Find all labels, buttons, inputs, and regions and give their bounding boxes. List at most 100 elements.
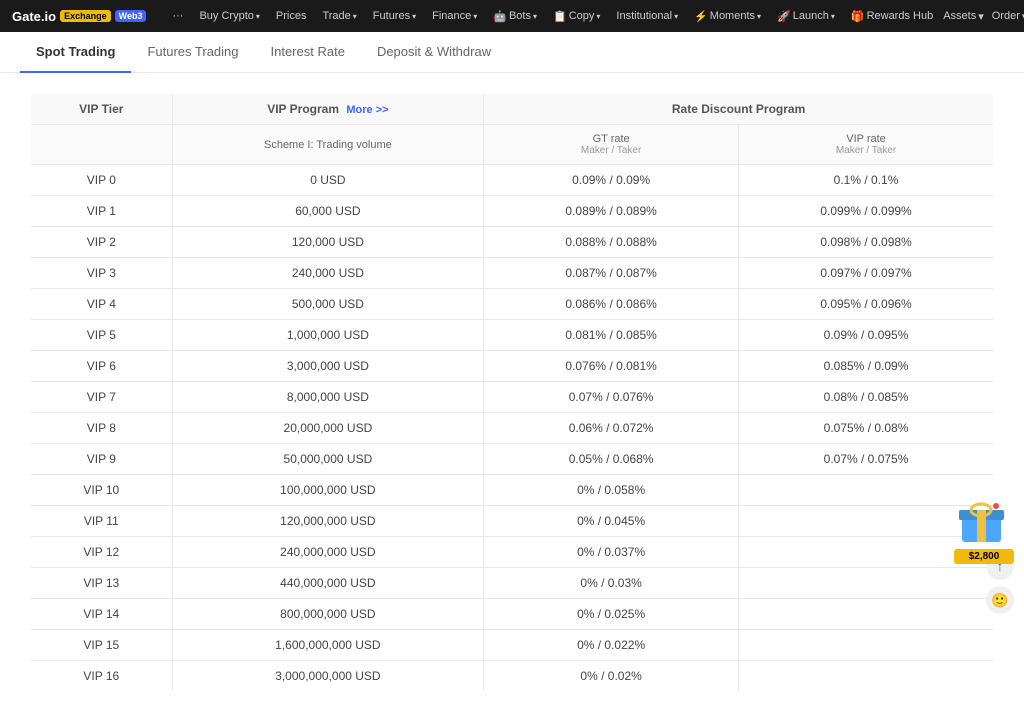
vip-rate-cell: 0.098% / 0.098% <box>739 227 994 258</box>
table-row: VIP 10100,000,000 USD0% / 0.058% <box>31 475 994 506</box>
main-content: VIP Tier VIP Program More >> Rate Discou… <box>0 73 1024 712</box>
nav-bots[interactable]: 🤖Bots▾ <box>487 10 543 23</box>
nav-finance[interactable]: Finance▾ <box>426 10 483 22</box>
vip-rate-cell <box>739 661 994 692</box>
tab-interest-rate[interactable]: Interest Rate <box>255 32 361 73</box>
nav-futures[interactable]: Futures▾ <box>367 10 422 22</box>
vip-tier-cell: VIP 15 <box>31 630 173 661</box>
header-empty-1 <box>31 125 173 165</box>
nav-copy[interactable]: 📋Copy▾ <box>547 10 606 23</box>
table-row: VIP 00 USD0.09% / 0.09%0.1% / 0.1% <box>31 165 994 196</box>
table-row: VIP 14800,000,000 USD0% / 0.025% <box>31 599 994 630</box>
volume-cell: 100,000,000 USD <box>172 475 484 506</box>
tab-deposit-withdraw[interactable]: Deposit & Withdraw <box>361 32 507 73</box>
volume-cell: 500,000 USD <box>172 289 484 320</box>
gt-rate-cell: 0.089% / 0.089% <box>484 196 739 227</box>
volume-cell: 3,000,000,000 USD <box>172 661 484 692</box>
gt-rate-cell: 0% / 0.022% <box>484 630 739 661</box>
vip-tier-cell: VIP 6 <box>31 351 173 382</box>
vip-rate-cell: 0.09% / 0.095% <box>739 320 994 351</box>
gt-rate-cell: 0% / 0.03% <box>484 568 739 599</box>
vip-tier-cell: VIP 16 <box>31 661 173 692</box>
nav-trade[interactable]: Trade▾ <box>316 10 362 22</box>
nav-assets[interactable]: Assets▾ <box>943 10 984 23</box>
header-rate-discount: Rate Discount Program <box>484 94 994 125</box>
vip-tier-cell: VIP 13 <box>31 568 173 599</box>
vip-rate-cell: 0.095% / 0.096% <box>739 289 994 320</box>
tab-futures-trading[interactable]: Futures Trading <box>131 32 254 73</box>
gift-box-icon <box>954 492 1009 547</box>
vip-tier-cell: VIP 9 <box>31 444 173 475</box>
feedback-icon[interactable]: 🙂 <box>986 586 1014 614</box>
vip-rate-cell: 0.07% / 0.075% <box>739 444 994 475</box>
fee-table: VIP Tier VIP Program More >> Rate Discou… <box>30 93 994 692</box>
table-row: VIP 820,000,000 USD0.06% / 0.072%0.075% … <box>31 413 994 444</box>
vip-tier-cell: VIP 3 <box>31 258 173 289</box>
nav-institutional[interactable]: Institutional▾ <box>610 10 684 22</box>
vip-rate-cell <box>739 568 994 599</box>
header-vip-rate: VIP rate Maker / Taker <box>739 125 994 165</box>
web3-badge: Web3 <box>115 10 147 22</box>
vip-tier-cell: VIP 11 <box>31 506 173 537</box>
nav-dots[interactable]: ··· <box>166 10 189 22</box>
vip-tier-cell: VIP 12 <box>31 537 173 568</box>
vip-rate-cell <box>739 630 994 661</box>
nav-prices[interactable]: Prices <box>270 10 313 22</box>
vip-rate-cell: 0.085% / 0.09% <box>739 351 994 382</box>
more-link[interactable]: More >> <box>346 104 388 116</box>
gift-price[interactable]: $2,800 <box>954 549 1014 564</box>
vip-rate-cell: 0.08% / 0.085% <box>739 382 994 413</box>
vip-rate-cell: 0.075% / 0.08% <box>739 413 994 444</box>
nav-launch[interactable]: 🚀Launch▾ <box>771 10 841 23</box>
exchange-badge: Exchange <box>60 10 111 22</box>
volume-cell: 800,000,000 USD <box>172 599 484 630</box>
tab-spot-trading[interactable]: Spot Trading <box>20 32 131 73</box>
gift-widget[interactable]: $2,800 <box>954 492 1014 564</box>
vip-tier-cell: VIP 10 <box>31 475 173 506</box>
gt-rate-cell: 0% / 0.025% <box>484 599 739 630</box>
gt-rate-cell: 0.09% / 0.09% <box>484 165 739 196</box>
nav-right: Assets▾ Order▾ 👤 🔔 ⊞ 🌐 🌙 📱 🔍 <box>943 10 1024 23</box>
table-row: VIP 63,000,000 USD0.076% / 0.081%0.085% … <box>31 351 994 382</box>
table-row: VIP 160,000 USD0.089% / 0.089%0.099% / 0… <box>31 196 994 227</box>
gt-rate-cell: 0.05% / 0.068% <box>484 444 739 475</box>
volume-cell: 240,000,000 USD <box>172 537 484 568</box>
gt-rate-cell: 0.076% / 0.081% <box>484 351 739 382</box>
sub-navigation: Spot Trading Futures Trading Interest Ra… <box>0 32 1024 73</box>
table-row: VIP 78,000,000 USD0.07% / 0.076%0.08% / … <box>31 382 994 413</box>
header-gt-rate: GT rate Maker / Taker <box>484 125 739 165</box>
volume-cell: 0 USD <box>172 165 484 196</box>
gt-rate-cell: 0% / 0.02% <box>484 661 739 692</box>
table-row: VIP 13440,000,000 USD0% / 0.03% <box>31 568 994 599</box>
table-row: VIP 950,000,000 USD0.05% / 0.068%0.07% /… <box>31 444 994 475</box>
table-row: VIP 51,000,000 USD0.081% / 0.085%0.09% /… <box>31 320 994 351</box>
nav-moments[interactable]: ⚡Moments▾ <box>688 10 767 23</box>
vip-tier-cell: VIP 5 <box>31 320 173 351</box>
volume-cell: 440,000,000 USD <box>172 568 484 599</box>
gt-rate-cell: 0.06% / 0.072% <box>484 413 739 444</box>
gt-rate-cell: 0% / 0.037% <box>484 537 739 568</box>
vip-tier-cell: VIP 2 <box>31 227 173 258</box>
volume-cell: 1,600,000,000 USD <box>172 630 484 661</box>
nav-order[interactable]: Order▾ <box>992 10 1024 23</box>
header-vip-program: VIP Program More >> <box>172 94 484 125</box>
volume-cell: 8,000,000 USD <box>172 382 484 413</box>
nav-buy-crypto[interactable]: Buy Crypto▾ <box>193 10 265 22</box>
top-navigation: Gate.io Exchange Web3 ··· Buy Crypto▾ Pr… <box>0 0 1024 32</box>
gt-rate-cell: 0.086% / 0.086% <box>484 289 739 320</box>
vip-rate-cell <box>739 599 994 630</box>
logo[interactable]: Gate.io Exchange Web3 <box>12 9 146 24</box>
vip-tier-cell: VIP 14 <box>31 599 173 630</box>
nav-rewards[interactable]: 🎁Rewards Hub <box>845 10 939 23</box>
vip-tier-cell: VIP 4 <box>31 289 173 320</box>
vip-tier-cell: VIP 1 <box>31 196 173 227</box>
header-scheme: Scheme I: Trading volume <box>172 125 484 165</box>
vip-tier-cell: VIP 8 <box>31 413 173 444</box>
logo-text: Gate.io <box>12 9 56 24</box>
gt-rate-cell: 0% / 0.045% <box>484 506 739 537</box>
table-row: VIP 2120,000 USD0.088% / 0.088%0.098% / … <box>31 227 994 258</box>
volume-cell: 240,000 USD <box>172 258 484 289</box>
gt-rate-cell: 0.081% / 0.085% <box>484 320 739 351</box>
vip-rate-cell: 0.1% / 0.1% <box>739 165 994 196</box>
table-row: VIP 11120,000,000 USD0% / 0.045% <box>31 506 994 537</box>
